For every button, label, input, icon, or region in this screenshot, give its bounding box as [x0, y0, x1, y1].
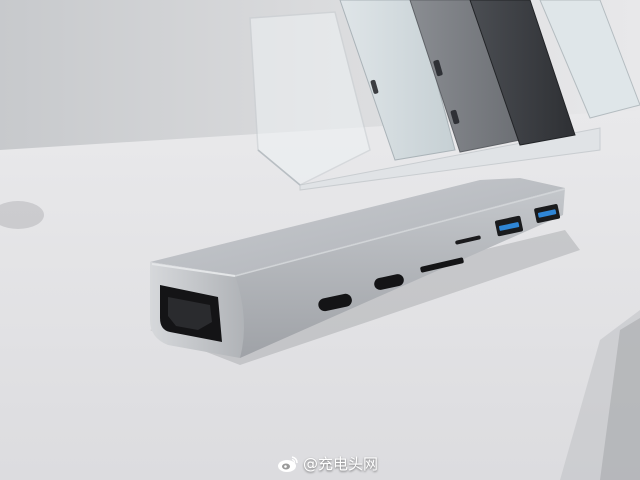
watermark-text: @充电头网: [302, 455, 378, 473]
photo-scene: @充电头网: [0, 0, 640, 480]
weibo-logo-icon: [277, 455, 298, 472]
photo-illustration: [0, 0, 640, 480]
watermark: @充电头网: [277, 453, 378, 474]
